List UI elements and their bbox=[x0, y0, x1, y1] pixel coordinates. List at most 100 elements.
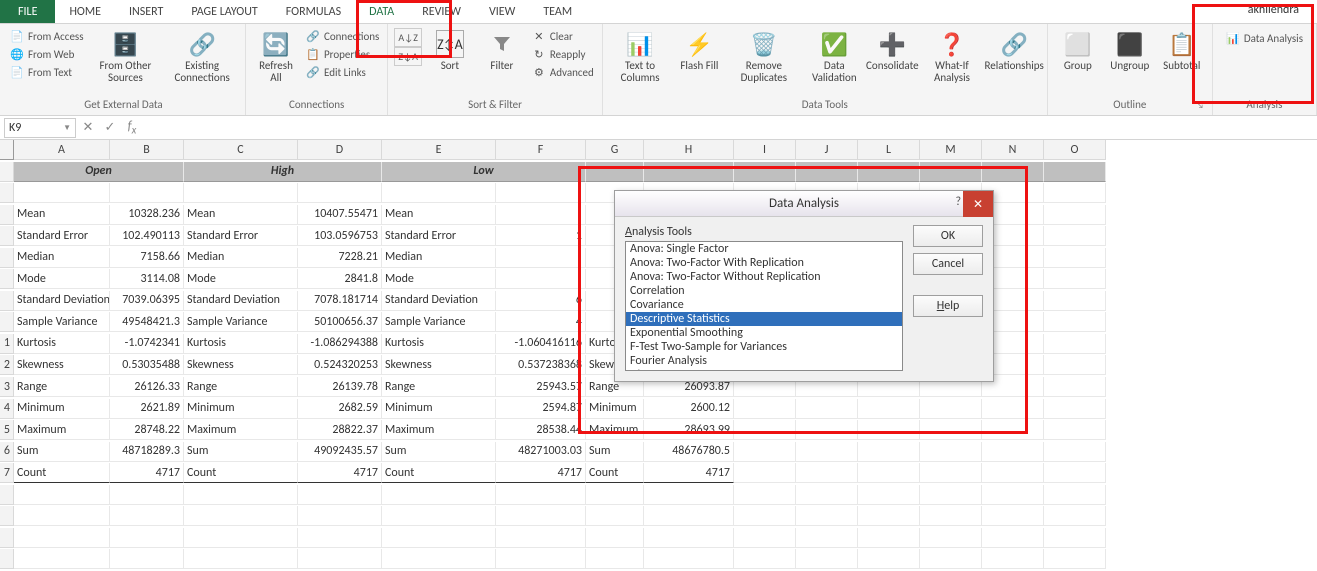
cell[interactable]: 7158.66 bbox=[110, 248, 184, 268]
cell[interactable]: 3114.08 bbox=[110, 269, 184, 289]
cell[interactable] bbox=[1044, 463, 1106, 483]
cell[interactable]: Minimum bbox=[184, 399, 298, 419]
cell[interactable]: Minimum bbox=[586, 399, 644, 419]
cell[interactable]: 50100656.37 bbox=[298, 312, 382, 332]
cell[interactable]: 10328.236 bbox=[110, 205, 184, 225]
cell[interactable] bbox=[982, 463, 1044, 483]
cell[interactable]: Mode bbox=[184, 269, 298, 289]
cell[interactable]: Count bbox=[586, 463, 644, 483]
cell[interactable]: 4717 bbox=[298, 463, 382, 483]
properties-button[interactable]: 📋Properties bbox=[304, 46, 381, 62]
sort-asc-button[interactable]: A↓Z bbox=[394, 28, 422, 47]
row-header[interactable]: 6 bbox=[0, 442, 14, 462]
cell[interactable] bbox=[1044, 442, 1106, 462]
dialog-close-button[interactable]: ✕ bbox=[963, 191, 993, 217]
cell[interactable]: Standard Error bbox=[14, 226, 110, 246]
tab-data[interactable]: DATA bbox=[355, 0, 408, 23]
ungroup-button[interactable]: ⬛Ungroup bbox=[1106, 28, 1154, 74]
consolidate-button[interactable]: ➕Consolidate bbox=[868, 28, 916, 74]
cell[interactable] bbox=[1044, 269, 1106, 289]
dialog-help-icon[interactable]: ? bbox=[955, 195, 961, 209]
col-header[interactable]: M bbox=[920, 140, 982, 160]
tab-file[interactable]: FILE bbox=[0, 0, 55, 23]
cell[interactable] bbox=[1044, 312, 1106, 332]
tab-view[interactable]: VIEW bbox=[475, 0, 529, 23]
analysis-tool-option[interactable]: Descriptive Statistics bbox=[626, 312, 902, 326]
chevron-down-icon[interactable]: ▼ bbox=[63, 123, 71, 133]
cell[interactable]: Mean bbox=[14, 205, 110, 225]
cell[interactable] bbox=[1044, 226, 1106, 246]
cell[interactable]: 7228.21 bbox=[298, 248, 382, 268]
dialog-titlebar[interactable]: Data Analysis ? ✕ bbox=[615, 191, 993, 217]
analysis-tools-listbox[interactable]: Anova: Single FactorAnova: Two-Factor Wi… bbox=[625, 241, 903, 371]
cell[interactable] bbox=[734, 463, 796, 483]
cell[interactable]: Standard Error bbox=[184, 226, 298, 246]
cell[interactable]: Sum bbox=[184, 442, 298, 462]
cell[interactable] bbox=[796, 420, 858, 440]
col-header[interactable]: C bbox=[184, 140, 298, 160]
cell[interactable] bbox=[734, 399, 796, 419]
cell[interactable] bbox=[1044, 377, 1106, 397]
cell[interactable] bbox=[1044, 420, 1106, 440]
cell[interactable]: Maximum bbox=[586, 420, 644, 440]
col-header[interactable]: G bbox=[586, 140, 644, 160]
cell[interactable]: 26126.33 bbox=[110, 377, 184, 397]
cell[interactable]: Range bbox=[14, 377, 110, 397]
subtotal-button[interactable]: 📋Subtotal bbox=[1158, 28, 1206, 74]
cell[interactable]: Mean bbox=[382, 205, 496, 225]
cell[interactable]: Range bbox=[184, 377, 298, 397]
cell[interactable]: 0.524320253 bbox=[298, 355, 382, 375]
from-other-sources-button[interactable]: 🗄️ From Other Sources bbox=[90, 28, 162, 86]
cell[interactable]: 28748.22 bbox=[110, 420, 184, 440]
col-header[interactable]: L bbox=[858, 140, 920, 160]
cell[interactable] bbox=[858, 399, 920, 419]
reapply-button[interactable]: ↻Reapply bbox=[530, 46, 596, 62]
col-header[interactable]: F bbox=[496, 140, 586, 160]
analysis-tool-option[interactable]: Anova: Two-Factor With Replication bbox=[626, 256, 902, 270]
cell[interactable] bbox=[920, 399, 982, 419]
advanced-filter-button[interactable]: ⚙Advanced bbox=[530, 64, 596, 80]
cell[interactable]: Skewness bbox=[14, 355, 110, 375]
from-access-button[interactable]: 📄From Access bbox=[8, 28, 86, 44]
analysis-tool-option[interactable]: Fourier Analysis bbox=[626, 354, 902, 368]
cell[interactable]: Mode bbox=[382, 269, 496, 289]
cell[interactable]: 6 bbox=[496, 291, 586, 311]
col-header[interactable]: H bbox=[644, 140, 734, 160]
cell[interactable]: Mode bbox=[14, 269, 110, 289]
cell[interactable]: 103.0596753 bbox=[298, 226, 382, 246]
col-header[interactable]: N bbox=[982, 140, 1044, 160]
cell[interactable]: Minimum bbox=[382, 399, 496, 419]
cell[interactable]: Sample Variance bbox=[184, 312, 298, 332]
cell[interactable]: 48271003.03 bbox=[496, 442, 586, 462]
row-header[interactable] bbox=[0, 226, 14, 246]
cell[interactable]: Standard Deviation bbox=[184, 291, 298, 311]
cell[interactable] bbox=[734, 420, 796, 440]
cell[interactable]: 26139.78 bbox=[298, 377, 382, 397]
cell[interactable]: 2621.89 bbox=[110, 399, 184, 419]
outline-launcher-icon[interactable]: ↘ bbox=[1196, 100, 1204, 111]
cell[interactable] bbox=[496, 269, 586, 289]
cell[interactable]: 4717 bbox=[496, 463, 586, 483]
tab-insert[interactable]: INSERT bbox=[115, 0, 177, 23]
cell[interactable] bbox=[982, 442, 1044, 462]
cell[interactable]: Skewness bbox=[382, 355, 496, 375]
cell[interactable]: 2682.59 bbox=[298, 399, 382, 419]
cell[interactable]: -1.0742341 bbox=[110, 334, 184, 354]
edit-links-button[interactable]: 🔗Edit Links bbox=[304, 64, 381, 80]
cell[interactable]: Median bbox=[14, 248, 110, 268]
tab-review[interactable]: REVIEW bbox=[408, 0, 475, 23]
cell[interactable]: Kurtosis bbox=[382, 334, 496, 354]
cell[interactable]: 2841.8 bbox=[298, 269, 382, 289]
analysis-tool-option[interactable]: Anova: Two-Factor Without Replication bbox=[626, 270, 902, 284]
cell[interactable]: Standard Deviation bbox=[382, 291, 496, 311]
cell[interactable] bbox=[1044, 291, 1106, 311]
clear-filter-button[interactable]: ✕Clear bbox=[530, 28, 596, 44]
cell[interactable] bbox=[796, 399, 858, 419]
relationships-button[interactable]: 🔗Relationships bbox=[987, 28, 1040, 74]
cell[interactable]: 48718289.3 bbox=[110, 442, 184, 462]
sort-desc-button[interactable]: Z↓A bbox=[394, 47, 422, 66]
cell[interactable]: 28693.99 bbox=[644, 420, 734, 440]
cell[interactable]: 4717 bbox=[644, 463, 734, 483]
text-to-columns-button[interactable]: 📊Text to Columns bbox=[609, 28, 672, 86]
cell[interactable]: 4717 bbox=[110, 463, 184, 483]
